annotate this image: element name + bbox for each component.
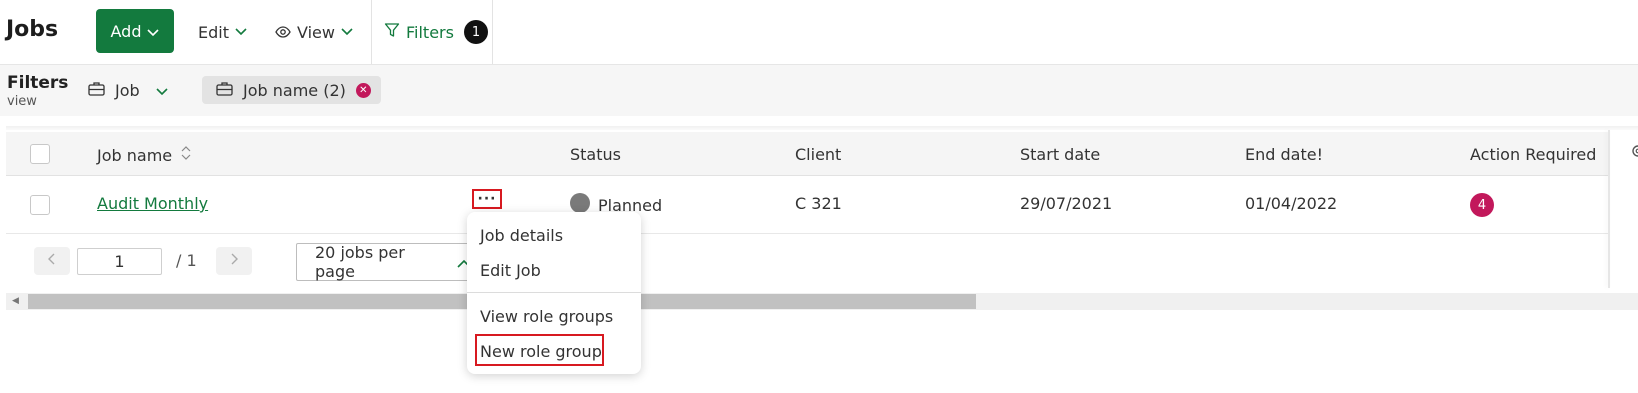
briefcase-icon — [216, 81, 233, 100]
column-header-status[interactable]: Status — [570, 145, 621, 164]
column-header-client[interactable]: Client — [795, 145, 841, 164]
start-date-cell: 29/07/2021 — [1020, 194, 1113, 213]
edit-menu-button[interactable]: Edit — [198, 20, 247, 44]
page-title: Jobs — [6, 17, 59, 42]
status-indicator — [570, 193, 590, 213]
edit-label: Edit — [198, 22, 229, 42]
end-date-cell: 01/04/2022 — [1245, 194, 1338, 213]
row-actions-button[interactable]: ··· — [472, 189, 502, 209]
column-header-start-date[interactable]: Start date — [1020, 145, 1100, 164]
filters-bar-subtitle: view — [7, 94, 37, 109]
menu-item-view-role-groups[interactable]: View role groups — [480, 307, 613, 326]
job-filter-dropdown[interactable]: Job — [88, 81, 168, 100]
add-button-label: Add — [110, 21, 142, 41]
next-page-button[interactable] — [216, 247, 252, 275]
eye-icon — [275, 23, 291, 42]
job-filter-label: Job — [115, 81, 140, 100]
menu-item-job-details[interactable]: Job details — [480, 226, 563, 245]
briefcase-icon — [88, 81, 105, 100]
table-row: Audit Monthly Planned C 321 29/07/2021 0… — [6, 176, 1608, 234]
view-label: View — [297, 22, 335, 42]
previous-page-button[interactable] — [34, 247, 70, 275]
horizontal-scrollbar[interactable]: ◀ — [6, 293, 1638, 310]
menu-divider — [467, 292, 641, 293]
page-number-input[interactable]: 1 — [77, 248, 162, 275]
close-icon[interactable]: ✕ — [355, 82, 371, 98]
chevron-left-icon — [48, 253, 56, 269]
sort-icon — [180, 145, 192, 165]
per-page-select[interactable]: 20 jobs per page — [296, 243, 472, 281]
page-total: / 1 — [176, 251, 197, 270]
filters-bar: Filters view Job Job name (2) ✕ — [0, 64, 1638, 116]
per-page-label: 20 jobs per page — [315, 243, 405, 281]
column-header-label: Job name — [97, 145, 173, 165]
scroll-left-arrow-icon[interactable]: ◀ — [12, 296, 19, 306]
column-header-action-required[interactable]: Action Required — [1470, 145, 1596, 164]
job-name-link[interactable]: Audit Monthly — [97, 194, 208, 213]
add-button[interactable]: Add — [96, 9, 174, 53]
select-all-checkbox[interactable] — [30, 144, 50, 164]
client-cell: C 321 — [795, 194, 842, 213]
filters-bar-title: Filters — [7, 73, 69, 93]
top-toolbar: Jobs Add Edit View Filters 1 — [0, 0, 1638, 64]
chevron-down-icon — [147, 22, 160, 41]
filters-tab-label: Filters — [406, 22, 454, 42]
column-header-end-date[interactable]: End date! — [1245, 145, 1323, 164]
action-required-badge[interactable]: 4 — [1470, 193, 1494, 217]
row-checkbox[interactable] — [30, 195, 50, 215]
job-name-filter-chip[interactable]: Job name (2) ✕ — [202, 76, 381, 104]
table-header: Job name Status Client Start date End da… — [6, 132, 1608, 176]
chevron-down-icon — [156, 81, 168, 100]
chip-label: Job name (2) — [243, 80, 346, 100]
filters-count-badge: 1 — [463, 20, 488, 44]
row-actions-menu: Job details Edit Job View role groups Ne… — [467, 212, 641, 374]
view-menu-button[interactable]: View — [275, 20, 353, 44]
chevron-down-icon — [235, 28, 247, 36]
menu-item-edit-job[interactable]: Edit Job — [480, 261, 541, 280]
filter-icon — [384, 22, 400, 42]
gear-icon[interactable] — [1628, 143, 1638, 163]
chevron-right-icon — [230, 253, 238, 269]
menu-item-new-role-group[interactable]: New role group — [480, 342, 602, 361]
tab-filters[interactable]: Filters 1 — [371, 0, 493, 64]
column-header-job-name[interactable]: Job name — [97, 145, 192, 165]
frozen-column-divider — [1608, 130, 1610, 288]
chevron-down-icon — [341, 28, 353, 36]
